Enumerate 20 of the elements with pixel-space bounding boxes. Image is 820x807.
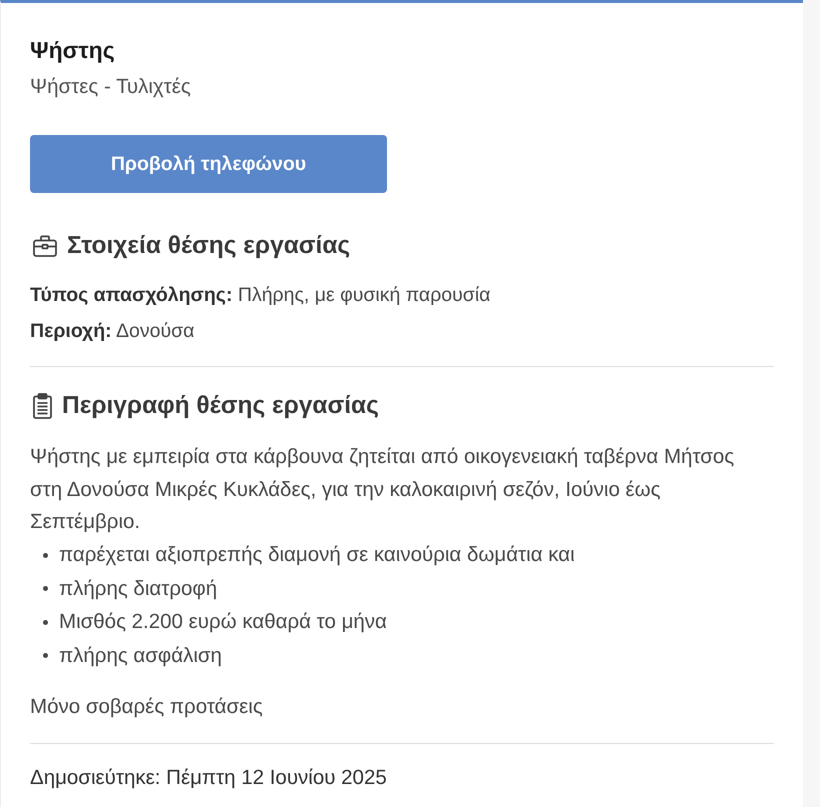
note-text: Μόνο σοβαρές προτάσεις xyxy=(30,694,263,720)
bullet-icon xyxy=(43,586,48,592)
bullet-text: πλήρης ασφάλιση xyxy=(59,642,222,669)
show-phone-button[interactable]: Προβολή τηλεφώνου xyxy=(30,135,387,193)
description-text: Ψήστης με εμπειρία στα κάρβουνα ζητείται από οικογενειακή ταβέρνα Μήτσος στη Δονούσα Μικρές Κυκλάδες, για την καλοκαιρινή σεζόν, Ιούνιο έως Σεπτέμβριο. xyxy=(30,444,736,535)
bullet-icon xyxy=(43,552,48,558)
detail-field: Τύπος απασχόλησης: Πλήρης, με φυσική παρουσία xyxy=(30,281,490,309)
bullet-text: πλήρης διατροφή xyxy=(59,576,218,602)
job-category: Ψήστες - Τυλιχτές xyxy=(30,74,191,100)
clipboard-icon xyxy=(33,393,52,419)
section-heading: Στοιχεία θέσης εργασίας xyxy=(67,231,350,261)
job-title: Ψήστης xyxy=(30,36,115,65)
detail-field: Περιοχή: Δονούσα xyxy=(30,317,194,345)
bullet-icon xyxy=(43,620,48,625)
bullet-icon xyxy=(43,653,48,658)
bullet-text: Μισθός 2.200 ευρώ καθαρά το μήνα xyxy=(59,609,387,636)
section-heading: Περιγραφή θέσης εργασίας xyxy=(62,391,379,421)
published-date: Δημοσιεύτηκε: Πέμπτη 12 Ιουνίου 2025 xyxy=(30,764,387,790)
bullet-text: παρέχεται αξιοπρεπής διαμονή σε καινούρια δωμάτια και xyxy=(59,542,575,568)
briefcase-icon xyxy=(33,235,57,257)
